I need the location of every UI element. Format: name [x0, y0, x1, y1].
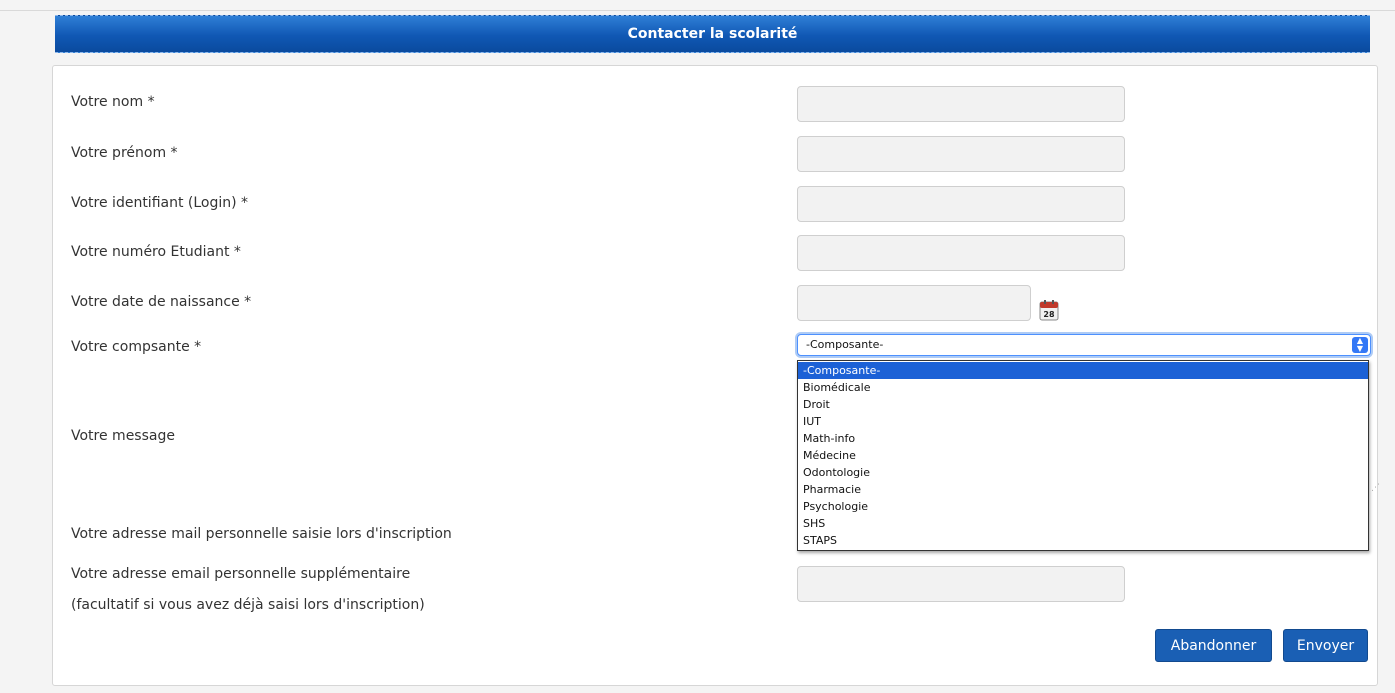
mail-inscription-label: Votre adresse mail personnelle saisie lo…: [71, 526, 452, 542]
composante-dropdown-list[interactable]: -Composante- Biomédicale Droit IUT Math-…: [797, 360, 1369, 551]
message-label: Votre message: [71, 428, 175, 444]
option-shs[interactable]: SHS: [798, 515, 1368, 532]
textarea-resize-handle-icon[interactable]: ⋰: [1371, 483, 1380, 493]
date-naissance-input[interactable]: [797, 285, 1031, 321]
email-supplementaire-hint: (facultatif si vous avez déjà saisi lors…: [71, 597, 425, 613]
option-biomedicale[interactable]: Biomédicale: [798, 379, 1368, 396]
option-pharmacie[interactable]: Pharmacie: [798, 481, 1368, 498]
composante-select[interactable]: -Composante- ▲ ▼: [797, 334, 1371, 356]
email-supplementaire-input[interactable]: [797, 566, 1125, 602]
option-iut[interactable]: IUT: [798, 413, 1368, 430]
prenom-input[interactable]: [797, 136, 1125, 172]
page-title: Contacter la scolarité: [627, 26, 798, 42]
numero-etudiant-input[interactable]: [797, 235, 1125, 271]
email-supplementaire-label: Votre adresse email personnelle suppléme…: [71, 566, 411, 582]
option-composante[interactable]: -Composante-: [798, 362, 1368, 379]
composante-label: Votre compsante *: [71, 339, 202, 355]
login-input[interactable]: [797, 186, 1125, 222]
select-stepper-icon: ▲ ▼: [1352, 337, 1368, 353]
nom-input[interactable]: [797, 86, 1125, 122]
date-naissance-label: Votre date de naissance *: [71, 294, 252, 310]
envoyer-button[interactable]: Envoyer: [1283, 629, 1368, 662]
abandonner-button[interactable]: Abandonner: [1155, 629, 1272, 662]
header-bar: Contacter la scolarité: [55, 15, 1370, 53]
composante-selected-value: -Composante-: [806, 338, 884, 351]
option-staps[interactable]: STAPS: [798, 532, 1368, 549]
top-divider: [0, 10, 1395, 11]
login-label: Votre identifiant (Login) *: [71, 195, 249, 211]
prenom-label: Votre prénom *: [71, 145, 178, 161]
calendar-icon[interactable]: 28: [1039, 299, 1059, 321]
option-medecine[interactable]: Médecine: [798, 447, 1368, 464]
option-psychologie[interactable]: Psychologie: [798, 498, 1368, 515]
nom-label: Votre nom *: [71, 94, 155, 110]
calendar-day-number: 28: [1043, 310, 1055, 319]
option-odontologie[interactable]: Odontologie: [798, 464, 1368, 481]
option-math-info[interactable]: Math-info: [798, 430, 1368, 447]
numero-etudiant-label: Votre numéro Etudiant *: [71, 244, 241, 260]
option-droit[interactable]: Droit: [798, 396, 1368, 413]
